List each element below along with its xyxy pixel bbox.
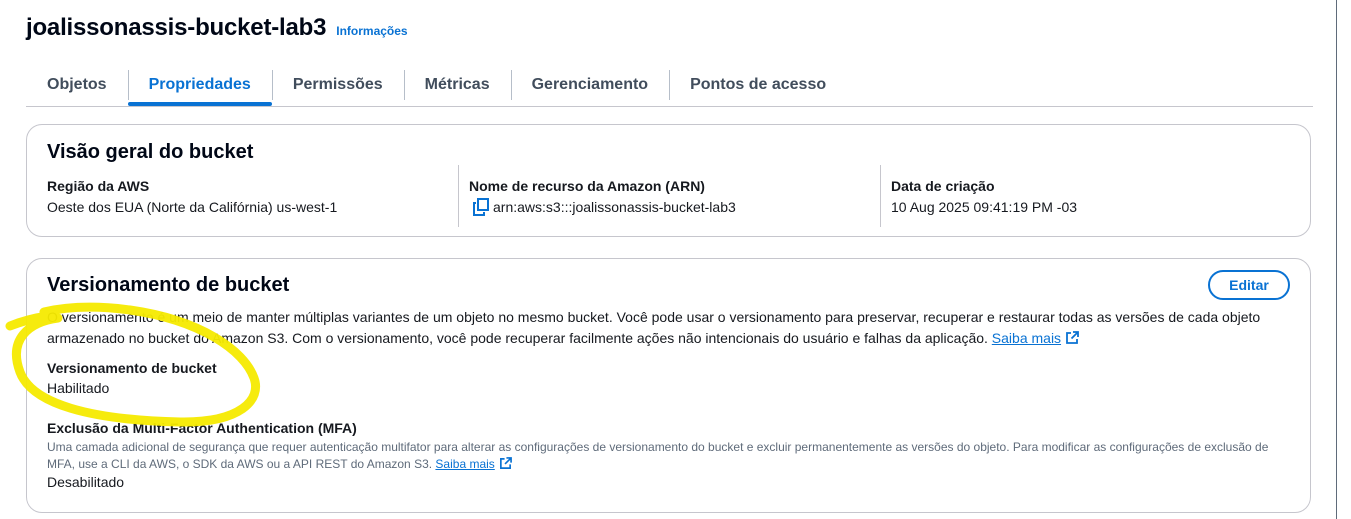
tab-bar: Objetos Propriedades Permissões Métricas… [26, 65, 1313, 107]
column-divider [458, 165, 459, 227]
mfa-description-text: Uma camada adicional de segurança que re… [47, 440, 1269, 471]
versioning-status-value: Habilitado [47, 380, 110, 396]
tab-permissions[interactable]: Permissões [271, 65, 404, 105]
external-link-icon[interactable] [1065, 331, 1079, 345]
region-label: Região da AWS [47, 178, 150, 194]
created-value: 10 Aug 2025 09:41:19 PM -03 [891, 199, 1078, 215]
region-value: Oeste dos EUA (Norte da Califórnia) us-w… [47, 199, 338, 215]
tab-metrics[interactable]: Métricas [403, 65, 511, 105]
tab-label: Permissões [292, 76, 383, 93]
versioning-title: Versionamento de bucket [47, 274, 290, 296]
tab-objects[interactable]: Objetos [26, 65, 128, 105]
page-title: joalissonassis-bucket-lab3 [26, 14, 327, 41]
tab-label: Métricas [424, 76, 490, 93]
tab-access-points[interactable]: Pontos de acesso [669, 65, 847, 105]
versioning-description: O versionamento é um meio de manter múlt… [47, 307, 1287, 349]
tab-label: Propriedades [148, 76, 251, 93]
tab-label: Pontos de acesso [690, 76, 827, 93]
tab-label: Gerenciamento [531, 76, 649, 93]
window-edge [1336, 0, 1351, 519]
bucket-overview-card: Visão geral do bucket Região da AWS Oest… [26, 124, 1311, 237]
mfa-learn-more-link[interactable]: Saiba mais [435, 457, 494, 471]
tab-properties[interactable]: Propriedades [127, 65, 273, 106]
info-link[interactable]: Informações [336, 24, 407, 38]
arn-value: arn:aws:s3:::joalissonassis-bucket-lab3 [493, 199, 736, 215]
external-link-icon[interactable] [499, 457, 512, 470]
versioning-status-label: Versionamento de bucket [47, 360, 217, 376]
created-column: Data de criação 10 Aug 2025 09:41:19 PM … [891, 165, 1291, 227]
column-divider [880, 165, 881, 227]
mfa-description: Uma camada adicional de segurança que re… [47, 439, 1292, 473]
overview-title: Visão geral do bucket [47, 141, 254, 163]
tab-management[interactable]: Gerenciamento [510, 65, 669, 105]
bucket-versioning-card: Versionamento de bucket Editar O version… [26, 258, 1311, 513]
created-label: Data de criação [891, 178, 995, 194]
mfa-delete-value: Desabilitado [47, 474, 125, 490]
window-edge-border [1336, 0, 1337, 519]
edit-button[interactable]: Editar [1208, 270, 1290, 300]
region-column: Região da AWS Oeste dos EUA (Norte da Ca… [47, 165, 457, 227]
copy-icon[interactable] [473, 198, 489, 216]
tab-label: Objetos [47, 76, 107, 93]
page-header: joalissonassis-bucket-lab3 Informações [26, 14, 408, 48]
arn-column: Nome de recurso da Amazon (ARN) arn:aws:… [469, 165, 879, 227]
mfa-delete-label: Exclusão da Multi-Factor Authentication … [47, 420, 357, 436]
learn-more-link[interactable]: Saiba mais [992, 330, 1061, 346]
arn-label: Nome de recurso da Amazon (ARN) [469, 178, 705, 194]
